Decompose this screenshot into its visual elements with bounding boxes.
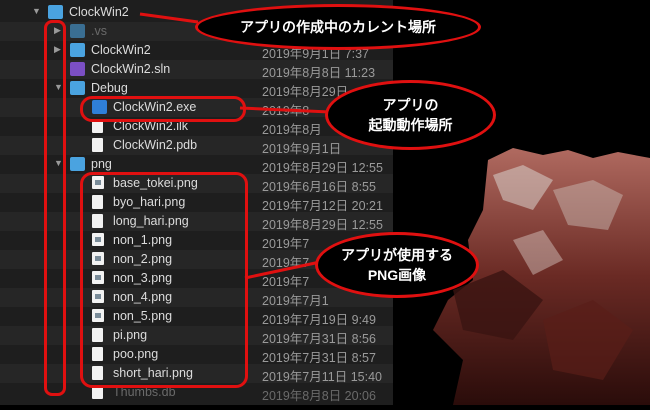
callout-startup-line1: アプリの	[382, 97, 439, 113]
png-highlight	[80, 172, 248, 388]
tree-highlight	[44, 20, 66, 396]
callout-png-line2: PNG画像	[367, 267, 427, 283]
callout-png: アプリが使用する PNG画像	[315, 232, 479, 298]
callout-png-line1: アプリが使用する	[341, 247, 453, 263]
exe-highlight	[80, 96, 246, 122]
callout-startup: アプリの 起動動作場所	[325, 80, 496, 150]
callout-startup-line2: 起動動作場所	[368, 117, 453, 133]
